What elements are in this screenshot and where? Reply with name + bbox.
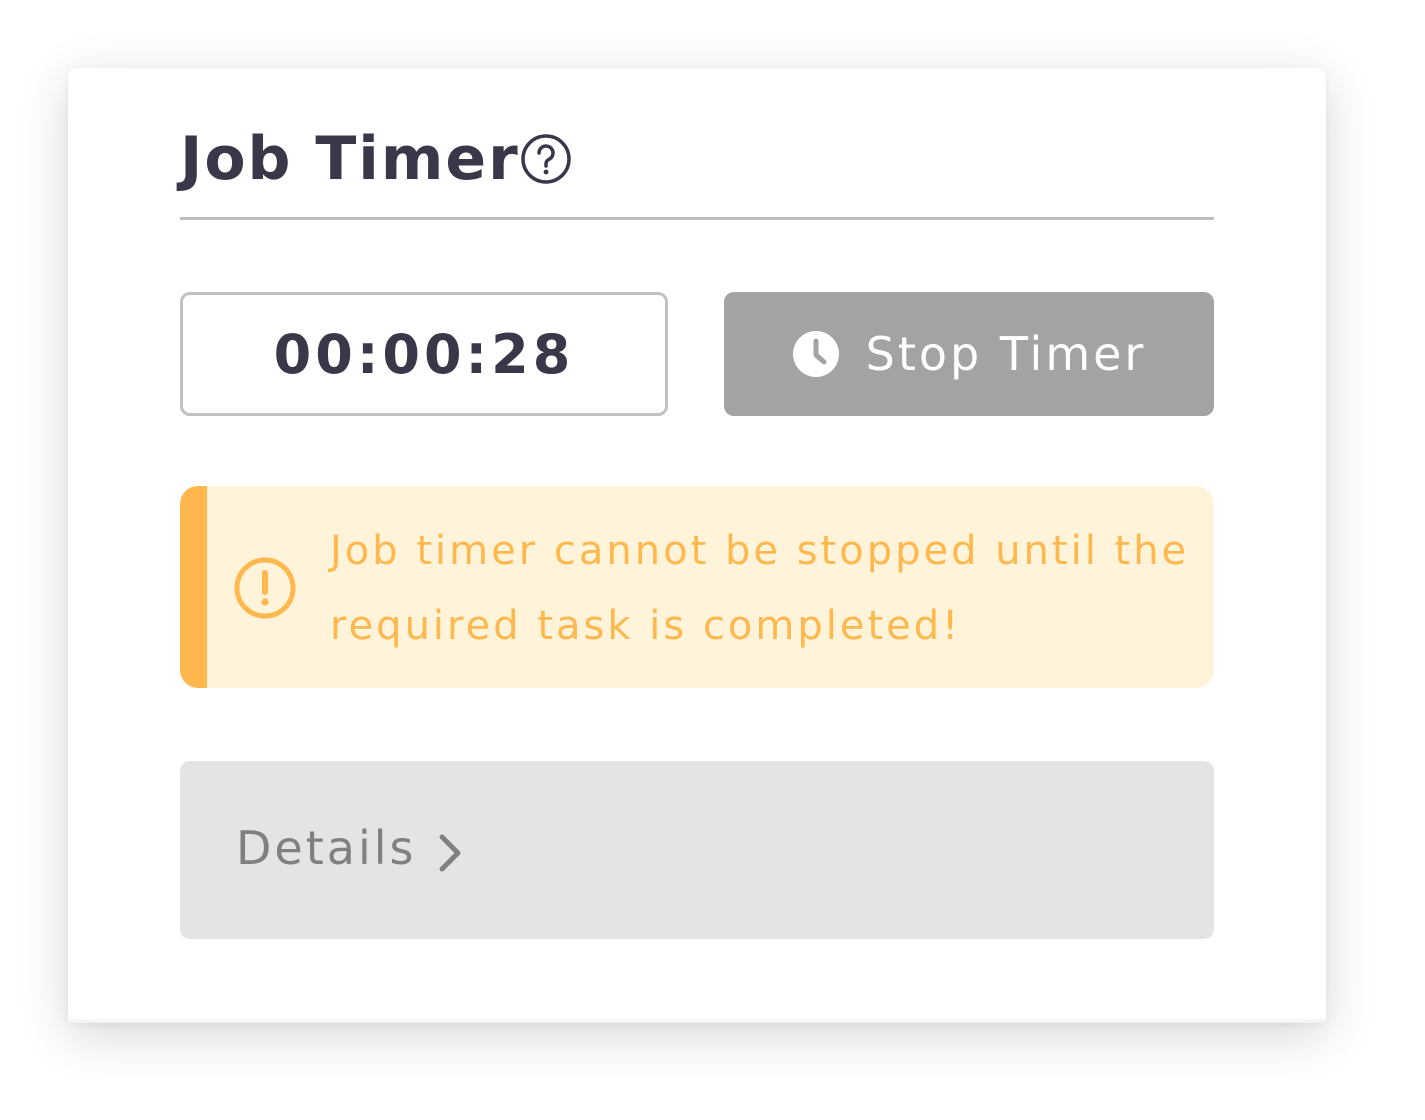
- question-circle-icon[interactable]: [520, 133, 572, 185]
- elapsed-time: 00:00:28: [273, 322, 575, 386]
- alert-accent-bar: [180, 486, 207, 688]
- exclamation-circle-icon: [234, 557, 296, 619]
- card-header: Job Timer: [180, 120, 1214, 220]
- job-timer-card: Job Timer 00:00:28 Stop Timer Job timer …: [68, 68, 1326, 1023]
- timer-display: 00:00:28: [180, 292, 668, 416]
- details-label: Details: [236, 821, 417, 875]
- stop-timer-button[interactable]: Stop Timer: [724, 292, 1214, 416]
- stop-timer-label: Stop Timer: [865, 327, 1147, 381]
- card-bottom-edge: [68, 1017, 1326, 1023]
- details-toggle[interactable]: Details: [180, 761, 1214, 939]
- clock-icon: [792, 331, 839, 377]
- alert-message: Job timer cannot be stopped until the re…: [330, 528, 1190, 649]
- warning-alert: Job timer cannot be stopped until the re…: [180, 486, 1214, 688]
- chevron-right-icon: [439, 834, 461, 872]
- card-title: Job Timer: [180, 124, 520, 194]
